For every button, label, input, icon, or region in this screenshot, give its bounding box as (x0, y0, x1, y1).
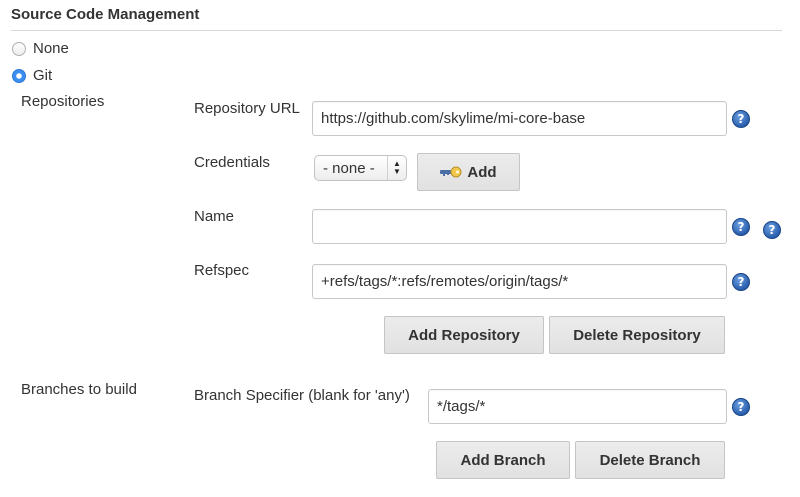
credentials-select-value: - none - (323, 159, 375, 177)
radio-none-label: None (33, 40, 69, 57)
credentials-label: Credentials (194, 154, 270, 171)
add-repository-label: Add Repository (408, 326, 520, 344)
scm-option-git[interactable]: Git (12, 67, 52, 84)
delete-repository-label: Delete Repository (573, 326, 701, 344)
repository-url-input[interactable] (312, 101, 727, 136)
key-icon (440, 166, 462, 178)
radio-git[interactable] (12, 68, 26, 83)
add-credentials-button[interactable]: Add (417, 153, 520, 191)
scm-option-none[interactable]: None (12, 40, 69, 57)
add-branch-button[interactable]: Add Branch (436, 441, 570, 479)
select-arrows-icon: ▲ ▼ (387, 156, 406, 180)
radio-git-label: Git (33, 67, 53, 84)
section-divider (11, 30, 782, 31)
name-help-icon[interactable]: ? (732, 218, 750, 236)
radio-none[interactable] (12, 41, 26, 56)
branch-specifier-label: Branch Specifier (blank for 'any') (194, 387, 410, 404)
delete-repository-button[interactable]: Delete Repository (549, 316, 725, 354)
delete-branch-label: Delete Branch (599, 451, 701, 469)
add-repository-button[interactable]: Add Repository (384, 316, 544, 354)
refspec-help-icon[interactable]: ? (732, 273, 750, 291)
repositories-label: Repositories (21, 93, 105, 110)
add-branch-label: Add Branch (460, 451, 546, 469)
repository-url-label: Repository URL (194, 100, 300, 117)
repository-url-help-icon[interactable]: ? (732, 110, 750, 128)
branch-specifier-help-icon[interactable]: ? (732, 398, 750, 416)
delete-branch-button[interactable]: Delete Branch (575, 441, 725, 479)
section-title: Source Code Management (11, 6, 200, 23)
refspec-label: Refspec (194, 262, 250, 279)
credentials-select[interactable]: - none - ▲ ▼ (314, 155, 407, 181)
branches-label: Branches to build (21, 381, 137, 398)
branch-specifier-input[interactable] (428, 389, 727, 424)
name-label: Name (194, 208, 235, 225)
add-credentials-label: Add (467, 163, 497, 181)
name-input[interactable] (312, 209, 727, 244)
repositories-help-icon[interactable]: ? (763, 221, 781, 239)
refspec-input[interactable] (312, 264, 727, 299)
